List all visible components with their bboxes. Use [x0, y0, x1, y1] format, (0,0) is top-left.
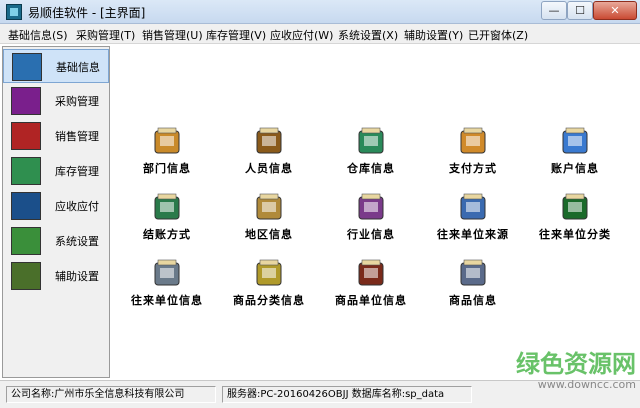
region-icon: [254, 192, 284, 222]
industry-icon: [356, 192, 386, 222]
main-panel: 部门信息 人员信息 仓库信息 支付方式 账户信息 结账方式 地区信息 行业信息 往来单位来源 往来…: [112, 46, 638, 378]
menu-receivables[interactable]: 应收应付(W): [270, 27, 333, 43]
close-button[interactable]: ✕: [593, 1, 637, 20]
status-company: 公司名称:广州市乐全信息科技有限公司: [6, 386, 216, 403]
title-bar: 易顺佳软件 - [主界面] — ☐ ✕: [0, 0, 640, 24]
tile-label: 结账方式: [143, 228, 191, 241]
sidebar-item-label: 系统设置: [55, 235, 99, 248]
product-icon: [458, 258, 488, 288]
sidebar-item[interactable]: 系统设置: [3, 224, 109, 258]
sidebar-item-label: 应收应付: [55, 200, 99, 213]
tile-label: 行业信息: [347, 228, 395, 241]
system-icon: [11, 227, 41, 255]
tile-label: 仓库信息: [347, 162, 395, 175]
menu-bar: 基础信息(S) 采购管理(T) 销售管理(U) 库存管理(V) 应收应付(W) …: [0, 24, 640, 44]
tile-label: 商品分类信息: [233, 294, 305, 307]
sidebar-item-label: 基础信息: [56, 61, 100, 74]
info-icon: [12, 53, 42, 81]
tile-label: 往来单位来源: [437, 228, 509, 241]
tile-label: 账户信息: [551, 162, 599, 175]
watermark-text: 绿色资源网: [516, 350, 636, 378]
department-icon: [152, 126, 182, 156]
watermark-url: www.downcc.com: [537, 378, 636, 391]
sidebar-item-label: 采购管理: [55, 95, 99, 108]
partner-category-icon: [560, 192, 590, 222]
function-tile[interactable]: 地区信息: [214, 192, 324, 248]
sidebar-item[interactable]: 销售管理: [3, 119, 109, 153]
menu-aux[interactable]: 辅助设置(Y): [404, 27, 463, 43]
function-tile[interactable]: 商品单位信息: [316, 258, 426, 314]
tools-icon: [11, 262, 41, 290]
sidebar-item[interactable]: 应收应付: [3, 189, 109, 223]
function-tile[interactable]: 支付方式: [418, 126, 528, 182]
function-tile[interactable]: 账户信息: [520, 126, 630, 182]
watermark: 绿色资源网 www.downcc.com: [476, 344, 636, 396]
partner-source-icon: [458, 192, 488, 222]
settlement-icon: [152, 192, 182, 222]
sidebar-item-label: 辅助设置: [55, 270, 99, 283]
menu-system[interactable]: 系统设置(X): [338, 27, 398, 43]
tile-label: 往来单位信息: [131, 294, 203, 307]
function-tile[interactable]: 结账方式: [112, 192, 222, 248]
tile-label: 商品单位信息: [335, 294, 407, 307]
tile-label: 商品信息: [449, 294, 497, 307]
function-tile[interactable]: 商品信息: [418, 258, 528, 314]
maximize-button[interactable]: ☐: [567, 1, 593, 20]
sidebar-item[interactable]: 库存管理: [3, 154, 109, 188]
function-tile[interactable]: 往来单位来源: [418, 192, 528, 248]
app-icon: [6, 4, 22, 20]
purchase-icon: [11, 87, 41, 115]
staff-icon: [254, 126, 284, 156]
menu-basic-info[interactable]: 基础信息(S): [8, 27, 68, 43]
warehouse-icon: [356, 126, 386, 156]
status-server: 服务器:PC-20160426OBJJ 数据库名称:sp_data: [222, 386, 472, 403]
menu-purchase[interactable]: 采购管理(T): [76, 27, 135, 43]
function-tile[interactable]: 行业信息: [316, 192, 426, 248]
product-category-icon: [254, 258, 284, 288]
sidebar-item[interactable]: 基础信息: [3, 49, 109, 83]
menu-inventory[interactable]: 库存管理(V): [206, 27, 266, 43]
sidebar-item-label: 销售管理: [55, 130, 99, 143]
inventory-icon: [11, 157, 41, 185]
tile-label: 部门信息: [143, 162, 191, 175]
sidebar-item[interactable]: 辅助设置: [3, 259, 109, 293]
sidebar-item-label: 库存管理: [55, 165, 99, 178]
finance-icon: [11, 192, 41, 220]
window-title: 易顺佳软件 - [主界面]: [28, 6, 146, 20]
tile-label: 人员信息: [245, 162, 293, 175]
sidebar-item[interactable]: 采购管理: [3, 84, 109, 118]
function-tile[interactable]: 商品分类信息: [214, 258, 324, 314]
partner-info-icon: [152, 258, 182, 288]
account-icon: [560, 126, 590, 156]
function-tile[interactable]: 部门信息: [112, 126, 222, 182]
sales-icon: [11, 122, 41, 150]
function-tile[interactable]: 往来单位分类: [520, 192, 630, 248]
tile-label: 支付方式: [449, 162, 497, 175]
menu-open-windows[interactable]: 已开窗体(Z): [468, 27, 528, 43]
menu-sales[interactable]: 销售管理(U): [142, 27, 203, 43]
payment-icon: [458, 126, 488, 156]
product-unit-icon: [356, 258, 386, 288]
function-tile[interactable]: 人员信息: [214, 126, 324, 182]
function-tile[interactable]: 往来单位信息: [112, 258, 222, 314]
sidebar: 基础信息采购管理销售管理库存管理应收应付系统设置辅助设置: [2, 46, 110, 378]
minimize-button[interactable]: —: [541, 1, 567, 20]
function-tile[interactable]: 仓库信息: [316, 126, 426, 182]
tile-label: 往来单位分类: [539, 228, 611, 241]
tile-label: 地区信息: [245, 228, 293, 241]
